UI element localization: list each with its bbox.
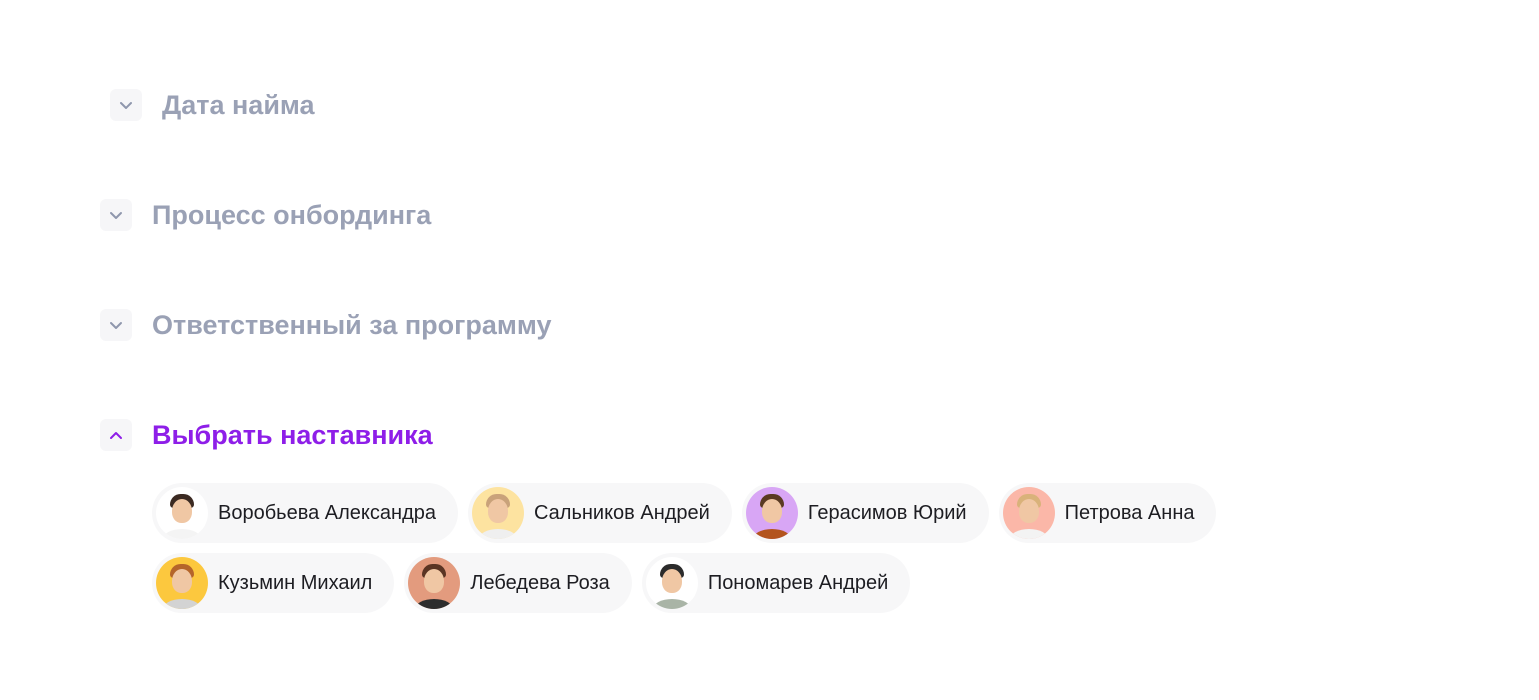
collapse-toggle-choose-mentor[interactable] [100, 419, 132, 451]
section-title[interactable]: Процесс онбординга [152, 200, 431, 231]
mentor-chip[interactable]: Воробьева Александра [152, 483, 458, 543]
mentor-name: Сальников Андрей [533, 501, 710, 524]
section-title[interactable]: Дата найма [162, 90, 315, 121]
expand-toggle-onboarding-process[interactable] [100, 199, 132, 231]
avatar-man-curly-hair-icon [745, 487, 798, 539]
avatar-man-glasses-icon [471, 487, 524, 539]
section-title[interactable]: Выбрать наставника [152, 420, 433, 451]
mentor-name: Петрова Анна [1064, 501, 1195, 524]
mentor-chip[interactable]: Пономарев Андрей [641, 553, 911, 613]
avatar-woman-blonde-icon [1002, 487, 1055, 539]
expand-toggle-program-owner[interactable] [100, 309, 132, 341]
section-program-owner[interactable]: Ответственный за программу [100, 309, 552, 341]
mentor-chip[interactable]: Петрова Анна [998, 483, 1217, 543]
mentor-name: Лебедева Роза [470, 571, 610, 594]
mentor-row: Кузьмин Михаил Лебедева Роза Пономарев А… [152, 553, 1272, 613]
mentor-name: Герасимов Юрий [807, 501, 967, 524]
mentor-list: Воробьева Александра Сальников Андрей Ге… [152, 483, 1272, 623]
avatar-man-shirt-icon [645, 557, 698, 609]
chevron-down-icon [120, 101, 132, 109]
section-onboarding-process[interactable]: Процесс онбординга [100, 199, 431, 231]
section-title[interactable]: Ответственный за программу [152, 310, 552, 341]
mentor-chip[interactable]: Сальников Андрей [467, 483, 732, 543]
mentor-chip[interactable]: Герасимов Юрий [741, 483, 989, 543]
chevron-down-icon [110, 211, 122, 219]
chevron-down-icon [110, 321, 122, 329]
avatar-woman-brown-hair-icon [408, 557, 461, 609]
section-hire-date[interactable]: Дата найма [110, 89, 315, 121]
mentor-chip[interactable]: Лебедева Роза [404, 553, 632, 613]
mentor-name: Воробьева Александра [218, 501, 436, 524]
section-choose-mentor[interactable]: Выбрать наставника [100, 419, 433, 451]
mentor-chip[interactable]: Кузьмин Михаил [152, 553, 395, 613]
avatar-woman-dark-hair-icon [156, 487, 208, 539]
mentor-row: Воробьева Александра Сальников Андрей Ге… [152, 483, 1272, 543]
mentor-name: Пономарев Андрей [707, 571, 889, 594]
expand-toggle-hire-date[interactable] [110, 89, 142, 121]
avatar-man-red-hair-icon [156, 557, 208, 609]
mentor-name: Кузьмин Михаил [218, 571, 373, 594]
chevron-up-icon [110, 431, 122, 439]
